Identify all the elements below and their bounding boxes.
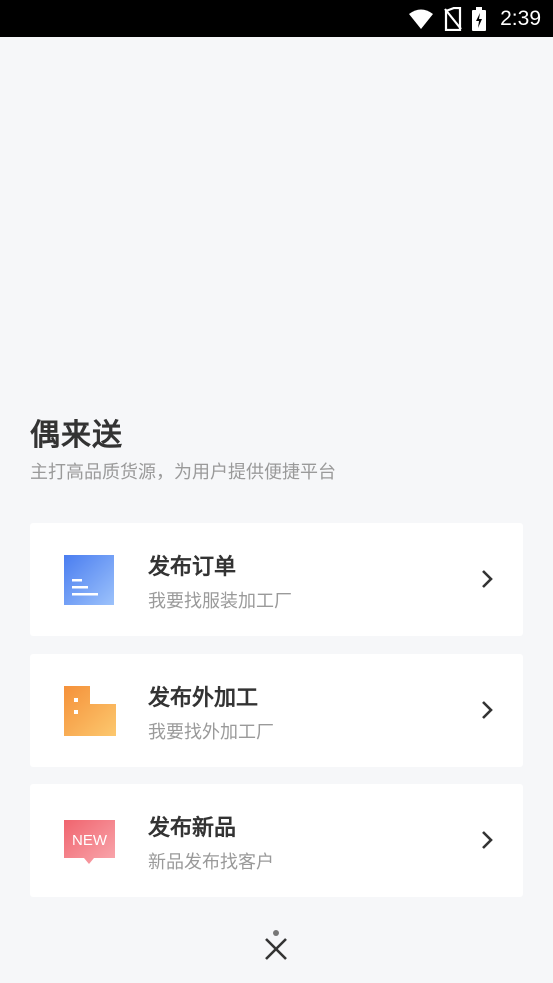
app-slogan: 主打高品质货源，为用户提供便捷平台 [30,462,336,483]
wifi-icon [408,8,434,30]
card-title: 发布新品 [148,816,237,841]
card-subtitle: 我要找服装加工厂 [148,591,292,612]
status-bar: 2:39 [0,0,553,37]
publish-order-button[interactable]: 发布订单 我要找服装加工厂 [30,523,523,636]
close-button[interactable] [258,928,294,964]
badge-text: NEW [72,832,108,849]
publish-outsourcing-button[interactable]: 发布外加工 我要找外加工厂 [30,654,523,767]
card-title: 发布订单 [148,555,237,580]
battery-charging-icon [472,6,487,31]
status-time: 2:39 [500,6,541,30]
factory-building-icon [62,684,117,738]
chevron-right-icon [475,567,499,591]
status-icons: 2:39 [408,6,541,31]
order-document-icon [62,553,117,607]
chevron-right-icon [475,828,499,852]
no-sim-icon [444,6,462,31]
app-name: 偶来送 [30,418,123,453]
new-badge-icon: NEW [62,814,117,868]
close-icon [258,930,294,968]
card-title: 发布外加工 [148,686,259,711]
card-subtitle: 我要找外加工厂 [148,722,274,743]
card-subtitle: 新品发布找客户 [148,852,274,873]
chevron-right-icon [475,698,499,722]
publish-new-product-button[interactable]: NEW 发布新品 新品发布找客户 [30,784,523,897]
